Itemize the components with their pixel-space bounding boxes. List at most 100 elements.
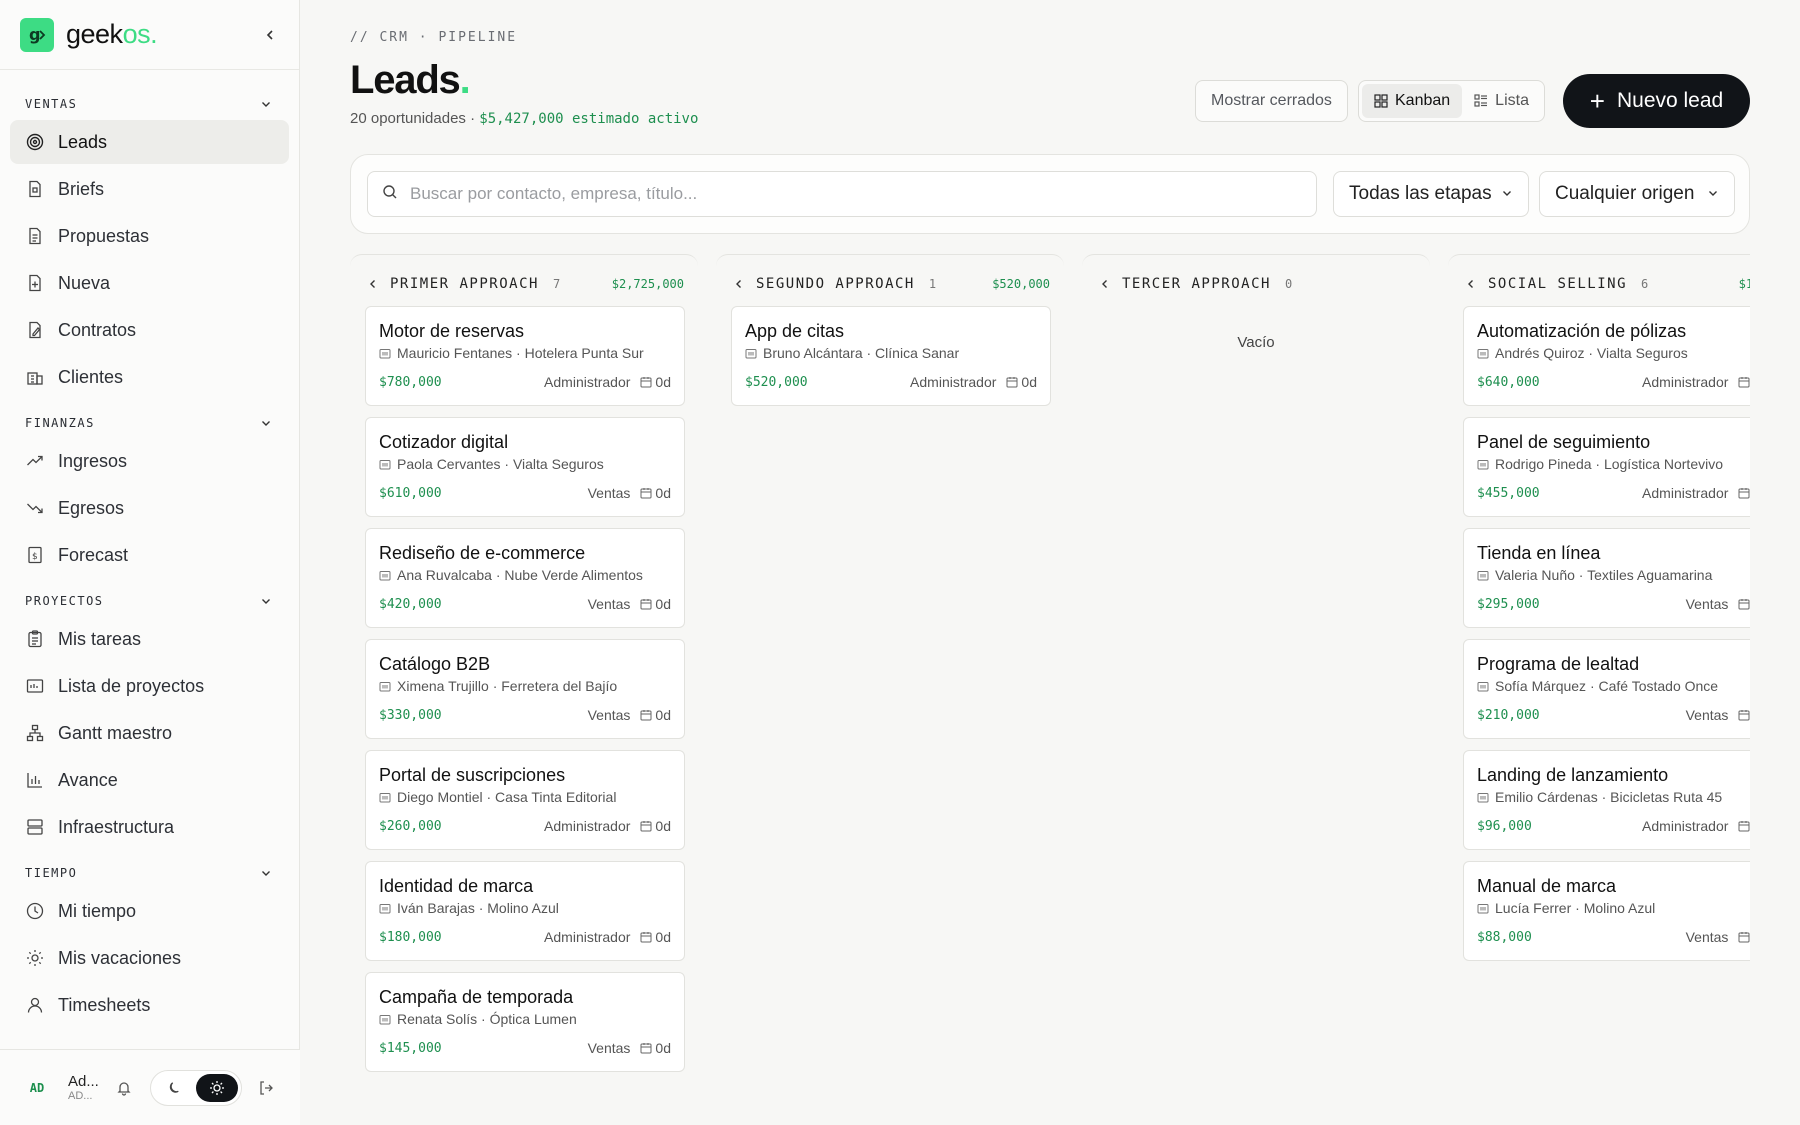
sidebar-item-mis-vacaciones[interactable]: Mis vacaciones	[10, 936, 289, 980]
lead-footer: $96,000 Administrador 0d	[1477, 818, 1750, 834]
lead-age: 0d	[1738, 818, 1750, 834]
calendar-icon	[640, 598, 652, 610]
building-icon	[1477, 458, 1489, 470]
lead-card[interactable]: Automatización de pólizas Andrés Quiroz ·…	[1463, 306, 1750, 406]
lead-contact: Andrés Quiroz · Vialta Seguros	[1477, 345, 1750, 361]
list-view-button[interactable]: Lista	[1462, 84, 1541, 118]
logo-icon[interactable]: g	[20, 17, 54, 52]
lead-owner: Administrador	[1642, 374, 1729, 390]
target-icon	[25, 132, 45, 152]
sidebar-item-lista-de-proyectos[interactable]: Lista de proyectos	[10, 664, 289, 708]
building-icon	[379, 791, 391, 803]
sidebar-item-label: Propuestas	[58, 225, 150, 246]
lead-card[interactable]: Motor de reservas Mauricio Fentanes · Hot…	[365, 306, 685, 406]
sidebar-item-propuestas[interactable]: Propuestas	[10, 214, 289, 258]
lead-card[interactable]: Cotizador digital Paola Cervantes · Vialt…	[365, 417, 685, 517]
chevron-left-icon[interactable]	[366, 277, 380, 291]
kanban-view-button[interactable]: Kanban	[1362, 84, 1463, 118]
sidebar-item-egresos[interactable]: Egresos	[10, 486, 289, 530]
lead-contact: Lucía Ferrer · Molino Azul	[1477, 900, 1750, 916]
sidebar-item-label: Timesheets	[58, 994, 151, 1015]
lead-footer: $420,000 Ventas 0d	[379, 596, 671, 612]
sidebar-item-ingresos[interactable]: Ingresos	[10, 439, 289, 483]
sidebar-item-contratos[interactable]: Contratos	[10, 308, 289, 352]
lead-title: Automatización de pólizas	[1477, 321, 1687, 341]
chevron-down-icon	[258, 96, 274, 112]
origin-select[interactable]: Cualquier origen	[1539, 171, 1735, 217]
sidebar-item-briefs[interactable]: Briefs	[10, 167, 289, 211]
stage-select[interactable]: Todas las etapas	[1333, 171, 1529, 217]
show-closed-button[interactable]: Mostrar cerrados	[1195, 80, 1348, 122]
lead-title: App de citas	[745, 321, 845, 341]
lead-age: 0d	[640, 1040, 671, 1056]
lead-footer: $520,000 Administrador 0d	[745, 374, 1037, 390]
lead-card[interactable]: Rediseño de e-commerce Ana Ruvalcaba · Nu…	[365, 528, 685, 628]
lead-card[interactable]: Landing de lanzamiento Emilio Cárdenas · …	[1463, 750, 1750, 850]
bar-chart-icon	[25, 770, 45, 790]
chevron-left-icon[interactable]	[732, 277, 746, 291]
sidebar-item-gantt-maestro[interactable]: Gantt maestro	[10, 711, 289, 755]
contact-text: Ximena Trujillo · Ferretera del Bajío	[397, 678, 618, 694]
bell-icon[interactable]	[110, 1074, 138, 1102]
lead-card[interactable]: Catálogo B2B Ximena Trujillo · Ferretera …	[365, 639, 685, 739]
sidebar-item-timesheets[interactable]: Timesheets	[10, 983, 289, 1027]
lead-amount: $330,000	[379, 707, 442, 723]
clock-icon	[25, 901, 45, 921]
contact-text: Diego Montiel · Casa Tinta Editorial	[397, 789, 617, 805]
lead-card[interactable]: Campaña de temporada Renata Solís · Óptic…	[365, 972, 685, 1072]
grid-icon	[1374, 94, 1388, 108]
sidebar-item-mi-tiempo[interactable]: Mi tiempo	[10, 889, 289, 933]
logout-icon[interactable]	[252, 1074, 280, 1102]
building-icon	[379, 569, 391, 581]
lead-card[interactable]: Tienda en línea Valeria Nuño · Textiles A…	[1463, 528, 1750, 628]
collapse-sidebar-icon[interactable]	[259, 24, 281, 46]
lead-card[interactable]: Portal de suscripciones Diego Montiel · C…	[365, 750, 685, 850]
nav-group-title[interactable]: FINANZAS	[0, 409, 299, 437]
column-name: TERCER APPROACH	[1122, 275, 1271, 292]
lead-footer: $780,000 Administrador 0d	[379, 374, 671, 390]
building-icon	[25, 367, 45, 387]
lead-card[interactable]: Programa de lealtad Sofía Márquez · Café …	[1463, 639, 1750, 739]
lead-card[interactable]: App de citas Bruno Alcántara · Clínica Sa…	[731, 306, 1051, 406]
nav-group-title[interactable]: PROYECTOS	[0, 587, 299, 615]
sidebar-item-label: Briefs	[58, 178, 105, 199]
nav-group-title[interactable]: VENTAS	[0, 90, 299, 118]
column-header: SOCIAL SELLING 6 $1,784	[1448, 254, 1750, 312]
column-total: $520,000	[992, 276, 1050, 291]
user-info[interactable]: Ad... AD...	[68, 1073, 110, 1102]
lead-footer: $330,000 Ventas 0d	[379, 707, 671, 723]
avatar[interactable]: AD	[20, 1071, 54, 1105]
building-icon	[1477, 902, 1489, 914]
building-icon	[379, 347, 391, 359]
sidebar-item-clientes[interactable]: Clientes	[10, 355, 289, 399]
contact-text: Iván Barajas · Molino Azul	[397, 900, 559, 916]
calendar-icon	[1738, 598, 1750, 610]
search-input[interactable]	[410, 184, 1290, 204]
lead-card[interactable]: Identidad de marca Iván Barajas · Molino …	[365, 861, 685, 961]
sidebar-item-leads[interactable]: Leads	[10, 120, 289, 164]
chevron-left-icon[interactable]	[1464, 277, 1478, 291]
contact-text: Ana Ruvalcaba · Nube Verde Alimentos	[397, 567, 643, 583]
lead-owner: Administrador	[1642, 485, 1729, 501]
new-lead-button[interactable]: + Nuevo lead	[1563, 74, 1750, 128]
sidebar-item-nueva[interactable]: Nueva	[10, 261, 289, 305]
chevron-left-icon[interactable]	[1098, 277, 1112, 291]
chevron-down-icon	[258, 865, 274, 881]
calendar-icon	[640, 376, 652, 388]
sidebar-item-avance[interactable]: Avance	[10, 758, 289, 802]
sidebar-item-forecast[interactable]: $ Forecast	[10, 533, 289, 577]
lead-card[interactable]: Panel de seguimiento Rodrigo Pineda · Log…	[1463, 417, 1750, 517]
sun-mode-icon[interactable]	[196, 1073, 238, 1102]
moon-icon[interactable]	[154, 1074, 196, 1102]
age-text: 0d	[655, 485, 671, 501]
lead-footer: $455,000 Administrador 0d	[1477, 485, 1750, 501]
trending-up-icon	[25, 451, 45, 471]
sidebar-item-label: Infraestructura	[58, 816, 175, 837]
column-count: 0	[1284, 276, 1293, 291]
sidebar-item-mis-tareas[interactable]: Mis tareas	[10, 617, 289, 661]
svg-text:g: g	[29, 25, 40, 44]
lead-card[interactable]: Manual de marca Lucía Ferrer · Molino Azu…	[1463, 861, 1750, 961]
nav-group-title[interactable]: TIEMPO	[0, 859, 299, 887]
sidebar-item-infraestructura[interactable]: Infraestructura	[10, 805, 289, 849]
contact-text: Mauricio Fentanes · Hotelera Punta Sur	[397, 345, 644, 361]
